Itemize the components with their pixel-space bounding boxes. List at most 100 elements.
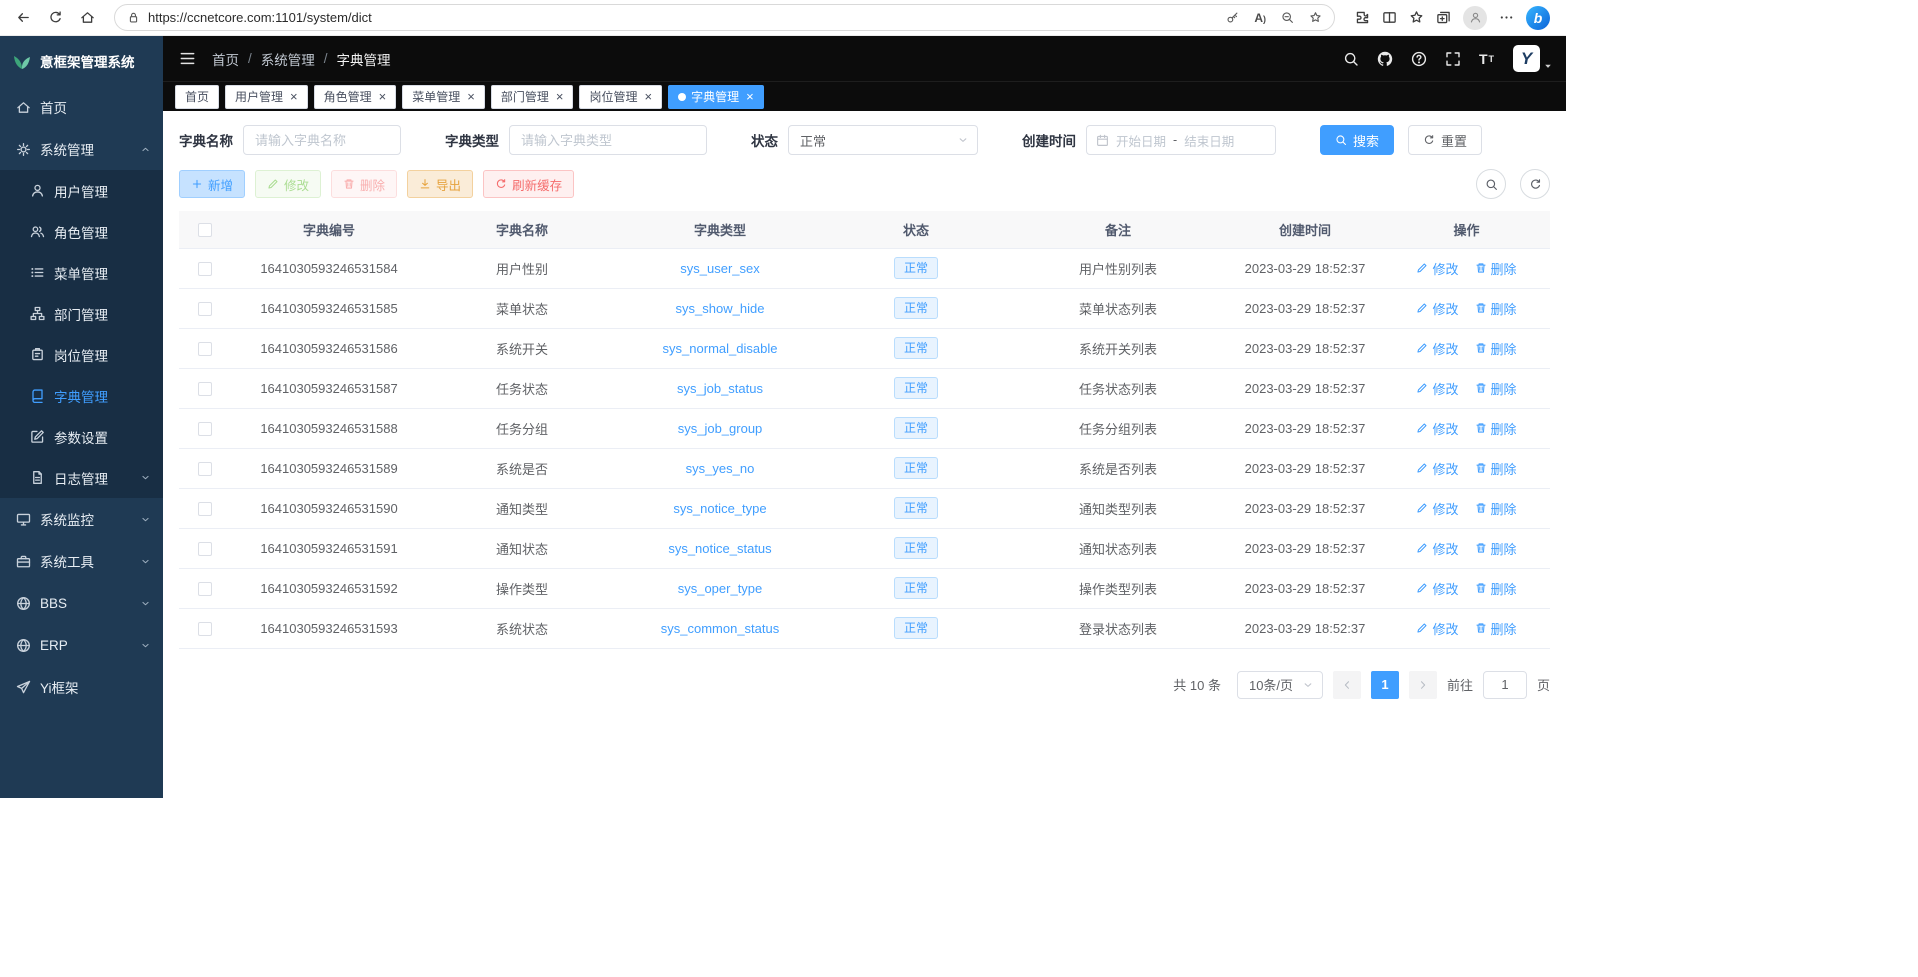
toggle-search-button[interactable] bbox=[1476, 169, 1506, 199]
dict-type-link[interactable]: sys_job_status bbox=[677, 381, 763, 396]
split-screen-icon[interactable] bbox=[1382, 10, 1397, 25]
dict-type-link[interactable]: sys_user_sex bbox=[680, 261, 759, 276]
header-search-icon[interactable] bbox=[1343, 51, 1359, 67]
tab-close-icon[interactable]: × bbox=[467, 90, 475, 103]
search-button[interactable]: 搜索 bbox=[1320, 125, 1394, 155]
tab-close-icon[interactable]: × bbox=[290, 90, 298, 103]
row-delete-link[interactable]: 删除 bbox=[1475, 539, 1517, 558]
select-all-checkbox[interactable] bbox=[198, 223, 212, 237]
row-checkbox[interactable] bbox=[198, 622, 212, 636]
favorites-bar-icon[interactable] bbox=[1409, 10, 1424, 25]
fullscreen-icon[interactable] bbox=[1445, 51, 1461, 67]
tab-close-icon[interactable]: × bbox=[644, 90, 652, 103]
row-delete-link[interactable]: 删除 bbox=[1475, 619, 1517, 638]
page-1-button[interactable]: 1 bbox=[1371, 671, 1399, 699]
delete-button[interactable]: 删除 bbox=[331, 170, 397, 198]
row-delete-link[interactable]: 删除 bbox=[1475, 579, 1517, 598]
sidebar-item-log-management[interactable]: 日志管理 bbox=[0, 457, 163, 498]
sidebar-item-param-settings[interactable]: 参数设置 bbox=[0, 416, 163, 457]
tab-home[interactable]: 首页 bbox=[175, 85, 219, 109]
address-bar[interactable]: https://ccnetcore.com:1101/system/dict A… bbox=[114, 4, 1335, 31]
row-edit-link[interactable]: 修改 bbox=[1416, 619, 1458, 638]
row-delete-link[interactable]: 删除 bbox=[1475, 259, 1517, 278]
row-edit-link[interactable]: 修改 bbox=[1416, 579, 1458, 598]
reset-button[interactable]: 重置 bbox=[1408, 125, 1482, 155]
back-button[interactable] bbox=[8, 3, 38, 33]
dict-type-link[interactable]: sys_show_hide bbox=[676, 301, 765, 316]
profile-avatar[interactable] bbox=[1463, 6, 1487, 30]
row-checkbox[interactable] bbox=[198, 342, 212, 356]
next-page-button[interactable] bbox=[1409, 671, 1437, 699]
tab-menu-management[interactable]: 菜单管理× bbox=[402, 85, 485, 109]
refresh-cache-button[interactable]: 刷新缓存 bbox=[483, 170, 574, 198]
status-select[interactable]: 正常 bbox=[788, 125, 978, 155]
sidebar-item-system-tools[interactable]: 系统工具 bbox=[0, 540, 163, 582]
sidebar-item-role-management[interactable]: 角色管理 bbox=[0, 211, 163, 252]
date-range-picker[interactable]: 开始日期 - 结束日期 bbox=[1086, 125, 1276, 155]
edit-button[interactable]: 修改 bbox=[255, 170, 321, 198]
row-delete-link[interactable]: 删除 bbox=[1475, 339, 1517, 358]
sidebar-item-user-management[interactable]: 用户管理 bbox=[0, 170, 163, 211]
row-checkbox[interactable] bbox=[198, 262, 212, 276]
row-delete-link[interactable]: 删除 bbox=[1475, 299, 1517, 318]
sidebar-item-dict-management[interactable]: 字典管理 bbox=[0, 375, 163, 416]
breadcrumb-item[interactable]: 系统管理 bbox=[261, 49, 315, 69]
breadcrumb-item[interactable]: 字典管理 bbox=[337, 49, 391, 69]
tab-dept-management[interactable]: 部门管理× bbox=[491, 85, 574, 109]
sidebar-item-yi-framework[interactable]: Yi框架 bbox=[0, 666, 163, 708]
add-button[interactable]: 新增 bbox=[179, 170, 245, 198]
dict-name-input[interactable] bbox=[243, 125, 401, 155]
goto-page-input[interactable] bbox=[1483, 671, 1527, 699]
row-checkbox[interactable] bbox=[198, 422, 212, 436]
font-size-icon[interactable]: TT bbox=[1479, 51, 1495, 67]
sidebar-item-system-management[interactable]: 系统管理 bbox=[0, 128, 163, 170]
tab-close-icon[interactable]: × bbox=[556, 90, 564, 103]
zoom-out-icon[interactable] bbox=[1281, 11, 1294, 24]
sidebar-item-erp[interactable]: ERP bbox=[0, 624, 163, 666]
row-delete-link[interactable]: 删除 bbox=[1475, 419, 1517, 438]
row-edit-link[interactable]: 修改 bbox=[1416, 259, 1458, 278]
row-edit-link[interactable]: 修改 bbox=[1416, 379, 1458, 398]
github-icon[interactable] bbox=[1377, 51, 1393, 67]
tab-role-management[interactable]: 角色管理× bbox=[314, 85, 397, 109]
dict-type-link[interactable]: sys_normal_disable bbox=[663, 341, 778, 356]
dict-type-input[interactable] bbox=[509, 125, 707, 155]
dict-type-link[interactable]: sys_notice_status bbox=[668, 541, 771, 556]
row-edit-link[interactable]: 修改 bbox=[1416, 339, 1458, 358]
menu-fold-icon[interactable] bbox=[179, 50, 196, 67]
add-favorite-icon[interactable] bbox=[1309, 11, 1322, 24]
row-checkbox[interactable] bbox=[198, 382, 212, 396]
sidebar-item-system-monitor[interactable]: 系统监控 bbox=[0, 498, 163, 540]
row-delete-link[interactable]: 删除 bbox=[1475, 379, 1517, 398]
dict-type-link[interactable]: sys_job_group bbox=[678, 421, 763, 436]
help-icon[interactable] bbox=[1411, 51, 1427, 67]
row-edit-link[interactable]: 修改 bbox=[1416, 499, 1458, 518]
dict-type-link[interactable]: sys_notice_type bbox=[673, 501, 766, 516]
row-checkbox[interactable] bbox=[198, 302, 212, 316]
dict-type-link[interactable]: sys_common_status bbox=[661, 621, 780, 636]
extensions-icon[interactable] bbox=[1355, 10, 1370, 25]
dict-type-link[interactable]: sys_oper_type bbox=[678, 581, 763, 596]
page-size-select[interactable]: 10条/页 bbox=[1237, 671, 1323, 699]
row-checkbox[interactable] bbox=[198, 462, 212, 476]
breadcrumb-item[interactable]: 首页 bbox=[212, 49, 239, 69]
row-delete-link[interactable]: 删除 bbox=[1475, 499, 1517, 518]
row-edit-link[interactable]: 修改 bbox=[1416, 419, 1458, 438]
row-edit-link[interactable]: 修改 bbox=[1416, 459, 1458, 478]
row-checkbox[interactable] bbox=[198, 542, 212, 556]
sidebar-item-bbs[interactable]: BBS bbox=[0, 582, 163, 624]
row-edit-link[interactable]: 修改 bbox=[1416, 299, 1458, 318]
row-edit-link[interactable]: 修改 bbox=[1416, 539, 1458, 558]
more-menu-icon[interactable] bbox=[1499, 10, 1514, 25]
sidebar-item-dept-management[interactable]: 部门管理 bbox=[0, 293, 163, 334]
export-button[interactable]: 导出 bbox=[407, 170, 473, 198]
home-button[interactable] bbox=[72, 3, 102, 33]
prev-page-button[interactable] bbox=[1333, 671, 1361, 699]
collections-icon[interactable] bbox=[1436, 10, 1451, 25]
refresh-table-button[interactable] bbox=[1520, 169, 1550, 199]
dict-type-link[interactable]: sys_yes_no bbox=[686, 461, 755, 476]
row-checkbox[interactable] bbox=[198, 502, 212, 516]
tab-close-icon[interactable]: × bbox=[746, 90, 754, 103]
sidebar-item-post-management[interactable]: 岗位管理 bbox=[0, 334, 163, 375]
tab-user-management[interactable]: 用户管理× bbox=[225, 85, 308, 109]
